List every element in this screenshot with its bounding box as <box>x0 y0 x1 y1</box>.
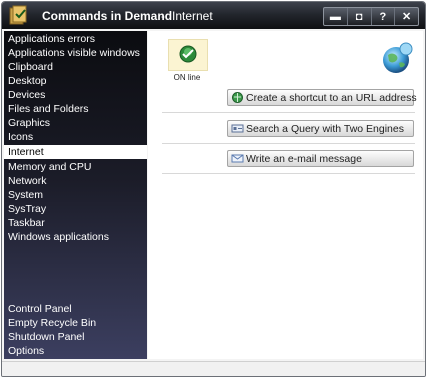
sidebar-item-clipboard[interactable]: Clipboard <box>4 60 147 74</box>
online-check-icon <box>179 45 197 63</box>
sidebar-item-empty-recycle-bin[interactable]: Empty Recycle Bin <box>4 316 147 330</box>
status-bar <box>2 361 425 376</box>
help-button[interactable]: ? <box>372 8 396 25</box>
minimize-button[interactable]: ▬ <box>324 8 348 25</box>
sidebar-item-taskbar[interactable]: Taskbar <box>4 216 147 230</box>
current-section-title: Internet <box>172 9 213 23</box>
search-query-button[interactable]: Search a Query with Two Engines <box>227 120 414 137</box>
sidebar-item-options[interactable]: Options <box>4 344 147 358</box>
sidebar-item-network[interactable]: Network <box>4 174 147 188</box>
restore-icon: ◘ <box>355 10 363 23</box>
category-sidebar: Applications errors Applications visible… <box>4 31 147 359</box>
section-divider <box>162 143 415 144</box>
sidebar-item-shutdown-panel[interactable]: Shutdown Panel <box>4 330 147 344</box>
online-status-label: ON line <box>173 73 201 82</box>
create-url-shortcut-button[interactable]: Create a shortcut to an URL address <box>227 89 417 106</box>
sidebar-item-applications-errors[interactable]: Applications errors <box>4 32 147 46</box>
online-status-indicator <box>168 39 208 71</box>
sidebar-item-icons[interactable]: Icons <box>4 130 147 144</box>
window-title: Commands in Demand <box>42 9 173 23</box>
search-engines-icon <box>231 124 244 133</box>
sidebar-item-desktop[interactable]: Desktop <box>4 74 147 88</box>
close-button[interactable]: ✕ <box>395 8 418 25</box>
sidebar-item-memory-and-cpu[interactable]: Memory and CPU <box>4 160 147 174</box>
title-bar[interactable]: Commands in Demand - Internet ▬ ◘ ? ✕ <box>2 2 425 29</box>
close-icon: ✕ <box>402 11 412 23</box>
sidebar-item-windows-applications[interactable]: Windows applications <box>4 230 147 244</box>
restore-button[interactable]: ◘ <box>348 8 372 25</box>
title-separator: - <box>161 9 165 23</box>
write-email-button[interactable]: Write an e-mail message <box>227 150 414 167</box>
create-url-shortcut-label: Create a shortcut to an URL address <box>246 92 417 104</box>
section-divider <box>162 112 415 113</box>
write-email-label: Write an e-mail message <box>246 153 362 165</box>
url-shortcut-icon <box>232 92 243 103</box>
envelope-icon <box>231 154 244 163</box>
app-logo-icon <box>9 5 27 25</box>
sidebar-item-systray[interactable]: SysTray <box>4 202 147 216</box>
sidebar-item-files-and-folders[interactable]: Files and Folders <box>4 102 147 116</box>
sidebar-item-applications-visible-windows[interactable]: Applications visible windows <box>4 46 147 60</box>
minimize-icon: ▬ <box>329 10 341 23</box>
window-controls: ▬ ◘ ? ✕ <box>323 7 419 26</box>
section-divider <box>162 173 415 174</box>
app-window: Commands in Demand - Internet ▬ ◘ ? ✕ Ap… <box>1 1 426 377</box>
search-query-label: Search a Query with Two Engines <box>246 123 404 135</box>
internet-globe-icon <box>383 42 413 73</box>
sidebar-item-graphics[interactable]: Graphics <box>4 116 147 130</box>
sidebar-item-devices[interactable]: Devices <box>4 88 147 102</box>
help-icon: ? <box>379 10 387 23</box>
sidebar-item-internet[interactable]: Internet <box>4 145 147 159</box>
sidebar-item-system[interactable]: System <box>4 188 147 202</box>
main-panel: ON line Create a shortcut to an URL addr… <box>148 31 423 359</box>
sidebar-item-control-panel[interactable]: Control Panel <box>4 302 147 316</box>
